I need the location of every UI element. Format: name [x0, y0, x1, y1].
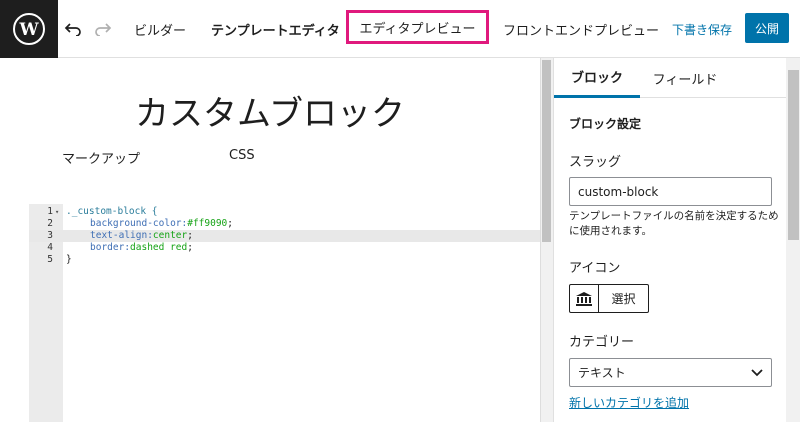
- bank-icon: [570, 285, 599, 312]
- nav-template-editor[interactable]: テンプレートエディタ: [211, 0, 340, 58]
- slug-help-text: テンプレートファイルの名前を決定するために使用されます。: [569, 210, 779, 237]
- nav-builder[interactable]: ビルダー: [134, 0, 186, 58]
- css-property: background-color:: [90, 218, 188, 229]
- editor-scrollbar-thumb[interactable]: [542, 60, 551, 242]
- semicolon: ;: [227, 218, 234, 229]
- icon-label: アイコン: [569, 261, 621, 276]
- nav-frontend-preview[interactable]: フロントエンドプレビュー: [503, 0, 659, 58]
- category-label: カテゴリー: [569, 335, 635, 350]
- slug-label: スラッグ: [569, 155, 622, 170]
- semicolon: ;: [187, 242, 193, 253]
- icon-picker[interactable]: 選択: [569, 284, 649, 313]
- add-category-link[interactable]: 新しいカテゴリを追加: [569, 394, 689, 411]
- code-text: }: [66, 254, 72, 265]
- line-number: 5: [47, 254, 53, 265]
- fold-arrow-icon[interactable]: ▾: [55, 206, 59, 218]
- slug-input[interactable]: custom-block: [569, 177, 772, 206]
- line-number: 3: [47, 230, 53, 241]
- top-toolbar: W ビルダー テンプレートエディタ エディタプレビュー フロントエンドプレビュー…: [0, 0, 800, 58]
- publish-button[interactable]: 公開: [745, 13, 789, 43]
- category-select[interactable]: テキスト: [569, 358, 772, 387]
- code-line[interactable]: 1 ▾ ._custom-block {: [29, 206, 540, 218]
- save-draft-button[interactable]: 下書き保存: [672, 0, 732, 58]
- line-number: 4: [47, 242, 53, 253]
- semicolon: ;: [187, 230, 193, 241]
- code-text: ._custom-block {: [66, 206, 158, 217]
- css-value: dashed red: [130, 242, 188, 253]
- code-text: border:dashed red;: [90, 242, 193, 254]
- css-property: border:: [90, 242, 131, 253]
- code-line-active[interactable]: 3 text-align:center;: [29, 230, 540, 242]
- css-code-editor[interactable]: 1 ▾ ._custom-block { 2 background-color:…: [29, 204, 540, 422]
- code-line[interactable]: 4 border:dashed red;: [29, 242, 540, 254]
- css-value: center: [152, 230, 188, 241]
- chevron-down-icon: [751, 366, 763, 380]
- line-number: 2: [47, 218, 53, 229]
- sidebar-scrollbar-thumb[interactable]: [788, 70, 799, 240]
- code-line[interactable]: 5 }: [29, 254, 540, 266]
- tab-css[interactable]: CSS: [229, 148, 255, 163]
- tab-field[interactable]: フィールド: [640, 58, 730, 98]
- icon-select-button[interactable]: 選択: [599, 285, 648, 312]
- code-line[interactable]: 2 background-color:#ff9090;: [29, 218, 540, 230]
- block-title: カスタムブロック: [135, 94, 405, 134]
- css-value: #ff9090: [187, 218, 228, 229]
- undo-icon[interactable]: [62, 17, 84, 41]
- nav-editor-preview[interactable]: エディタプレビュー: [346, 10, 489, 44]
- tab-block[interactable]: ブロック: [554, 58, 640, 98]
- code-text: text-align:center;: [90, 230, 193, 242]
- svg-text:W: W: [18, 20, 39, 40]
- line-number: 1: [47, 206, 53, 217]
- wordpress-icon[interactable]: W: [0, 0, 58, 58]
- category-selected-value: テキスト: [578, 366, 626, 380]
- css-property: text-align:: [90, 230, 153, 241]
- settings-sidebar: ブロック フィールド ブロック設定 スラッグ custom-block テンプレ…: [553, 58, 800, 422]
- code-text: background-color:#ff9090;: [90, 218, 233, 230]
- sidebar-tabs: ブロック フィールド: [554, 58, 786, 98]
- redo-icon[interactable]: [92, 17, 114, 41]
- tab-markup[interactable]: マークアップ: [62, 148, 140, 167]
- block-settings-title: ブロック設定: [569, 117, 642, 131]
